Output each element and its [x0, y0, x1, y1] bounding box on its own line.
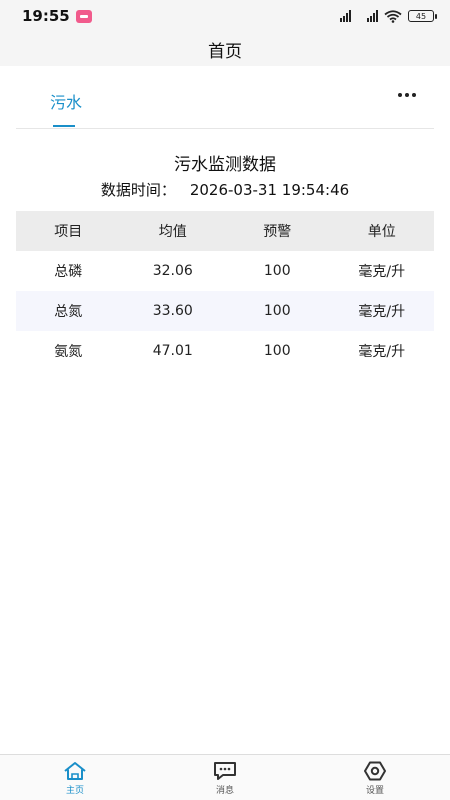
table-cell: 47.01 [152, 343, 193, 359]
tab-row: 污水 [16, 74, 434, 129]
table-row: 总氮 33.60 100 毫克/升 [16, 291, 434, 331]
table-cell: 32.06 [152, 263, 193, 279]
nav-item-home[interactable]: 主页 [0, 755, 150, 800]
table-cell: 33.60 [152, 303, 193, 319]
table-header-cell: 单位 [367, 224, 396, 240]
nav-item-settings[interactable]: 设置 [300, 755, 450, 800]
table-row: 总磷 32.06 100 毫克/升 [16, 251, 434, 291]
nav-label-settings: 设置 [365, 786, 384, 796]
title-bar: 首页 [0, 32, 450, 66]
table-cell: 毫克/升 [358, 304, 406, 320]
table-header-cell: 均值 [158, 224, 187, 240]
monitor-time: 数据时间： 2026-03-31 19:54:46 [0, 179, 450, 200]
monitor-time-value: 2026-03-31 19:54:46 [189, 181, 350, 199]
status-time: 19:55 [22, 7, 70, 25]
table-header-cell: 预警 [263, 224, 292, 240]
bottom-nav: 主页 消息 设置 [0, 754, 450, 800]
table-row: 氨氮 47.01 100 毫克/升 [16, 331, 434, 371]
table-cell: 100 [263, 343, 291, 359]
monitor-time-label: 数据时间： [100, 181, 176, 199]
app-notification-icon [75, 9, 92, 23]
status-bar: 19:55 45 [0, 0, 450, 32]
nav-label-home: 主页 [65, 786, 84, 796]
more-options-icon[interactable] [398, 93, 416, 97]
table-cell: 总氮 [54, 304, 83, 320]
nav-label-messages: 消息 [215, 786, 234, 796]
table-cell: 总磷 [54, 264, 83, 280]
cellular-signal-icon-2 [367, 10, 378, 22]
page-title: 首页 [208, 41, 242, 62]
table-cell: 毫克/升 [358, 264, 406, 280]
table-cell: 毫克/升 [358, 344, 406, 360]
data-table: 项目 均值 预警 单位 总磷 32.06 100 毫克/升 总氮 33.60 1… [16, 211, 434, 371]
tab-sewage[interactable]: 污水 [50, 89, 82, 127]
table-cell: 氨氮 [54, 344, 83, 360]
table-header-cell: 项目 [54, 224, 83, 240]
battery-indicator: 45 [408, 10, 437, 22]
wifi-icon [384, 9, 402, 23]
table-cell: 100 [263, 263, 291, 279]
nav-item-messages[interactable]: 消息 [150, 755, 300, 800]
gear-icon [364, 761, 386, 781]
message-icon [214, 762, 236, 780]
cellular-signal-icon [340, 10, 351, 22]
home-icon [64, 762, 86, 780]
table-header-row: 项目 均值 预警 单位 [16, 211, 434, 251]
monitor-title: 污水监测数据 [174, 155, 276, 175]
table-cell: 100 [263, 303, 291, 319]
